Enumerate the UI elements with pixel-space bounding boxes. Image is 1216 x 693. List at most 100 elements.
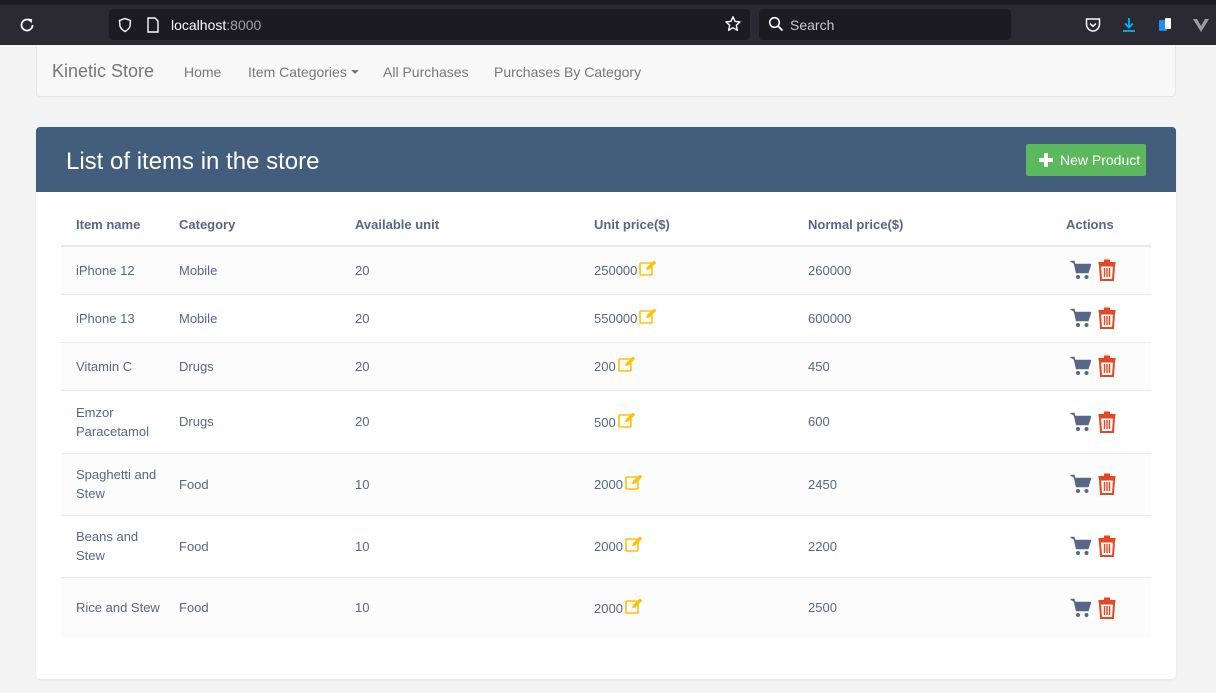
pocket-icon[interactable] [1084,16,1102,34]
table-header-row: Item name Category Available unit Unit p… [61,203,1151,247]
category-cell: Mobile [164,246,340,295]
table-row: Beans and Stew Food 10 2000 2200 [61,515,1151,578]
download-icon[interactable] [1120,16,1138,34]
item-name-cell: Rice and Stew [76,600,160,616]
cart-icon[interactable] [1070,598,1092,618]
actions-cell [1051,453,1151,516]
url-port: :8000 [226,17,262,33]
edit-icon[interactable] [617,412,636,428]
url-text[interactable]: localhost:8000 [171,17,261,33]
col-header-unit-price: Unit price($) [579,203,793,247]
col-header-available-unit: Available unit [340,203,579,247]
normal-price-cell: 2200 [793,515,1051,578]
reload-icon[interactable] [18,16,36,34]
available-unit-cell: 20 [340,246,579,295]
cart-icon[interactable] [1070,412,1092,432]
plus-icon [1039,153,1053,167]
unit-price-value: 250000 [594,263,638,279]
delete-icon[interactable] [1098,597,1116,619]
items-table: Item name Category Available unit Unit p… [61,203,1151,638]
unit-price-cell: 500 [579,390,793,454]
new-product-label: New Product [1060,152,1141,168]
col-header-item-name: Item name [61,203,164,247]
search-bar[interactable]: Search [759,9,1011,40]
edit-icon[interactable] [617,356,636,372]
unit-price-cell: 550000 [579,294,793,343]
edit-icon[interactable] [625,474,643,490]
edit-icon[interactable] [625,598,643,614]
table-row: iPhone 12 Mobile 20 250000 260000 [61,246,1151,295]
new-product-button[interactable]: New Product [1026,144,1146,176]
delete-icon[interactable] [1098,307,1116,329]
table-row: iPhone 13 Mobile 20 550000 600000 [61,294,1151,343]
cart-icon[interactable] [1070,308,1092,328]
item-name-cell: iPhone 12 [61,246,164,295]
url-host: localhost [171,17,227,33]
delete-icon[interactable] [1098,473,1116,495]
delete-icon[interactable] [1098,411,1116,433]
actions-cell [1051,246,1151,295]
col-header-actions: Actions [1051,203,1151,247]
page-content: Kinetic Store Home Item Categories All P… [0,45,1216,693]
navbar-brand[interactable]: Kinetic Store [52,61,154,82]
extension-icon[interactable] [1156,16,1174,34]
unit-price-value: 2000 [594,539,623,554]
unit-price-cell: 2000 [579,577,793,638]
category-cell: Drugs [164,390,340,454]
delete-icon[interactable] [1098,259,1116,282]
page-icon [147,17,159,33]
delete-icon[interactable] [1098,535,1116,557]
caret-down-icon [350,70,359,75]
normal-price-cell: 600 [793,390,1051,454]
item-name-cell: Beans and Stew [61,515,164,578]
search-placeholder: Search [790,17,835,33]
nav-item-categories-label: Item Categories [248,64,347,80]
navbar: Kinetic Store Home Item Categories All P… [36,45,1176,97]
cart-icon[interactable] [1070,260,1092,280]
nav-purchases-by-category[interactable]: Purchases By Category [494,64,641,80]
available-unit-cell: 20 [340,342,579,391]
bookmark-star-icon[interactable] [724,15,742,33]
table-row: Rice and Stew Food 10 2000 2500 [61,577,1151,638]
browser-toolbar: localhost:8000 Search [0,0,1216,45]
normal-price-cell: 600000 [793,294,1051,343]
panel-header: List of items in the store New Product [36,127,1176,192]
actions-cell [1051,294,1151,343]
nav-item-categories[interactable]: Item Categories [248,64,359,80]
actions-cell [1051,390,1151,454]
unit-price-value: 2000 [594,600,623,616]
normal-price-cell: 2450 [793,453,1051,516]
edit-icon[interactable] [625,536,643,552]
edit-icon[interactable] [639,260,657,277]
cart-icon[interactable] [1070,356,1092,376]
category-cell: Food [179,600,209,616]
vue-devtools-icon[interactable] [1192,16,1210,34]
nav-all-purchases[interactable]: All Purchases [383,64,469,80]
page-title: List of items in the store [66,148,320,175]
category-cell: Mobile [164,294,340,343]
items-panel: List of items in the store New Product I… [36,127,1176,679]
item-name-cell: Spaghetti and Stew [61,453,164,516]
available-unit-cell: 10 [340,515,579,578]
unit-price-value: 2000 [594,477,623,492]
available-unit-cell: 20 [340,294,579,343]
unit-price-value: 550000 [594,311,638,326]
table-row: Emzor Paracetamol Drugs 20 500 600 [61,390,1151,454]
unit-price-value: 200 [594,359,616,374]
actions-cell [1051,577,1151,638]
edit-icon[interactable] [639,308,657,324]
available-unit-cell: 20 [340,390,579,454]
cart-icon[interactable] [1070,474,1092,494]
category-cell: Drugs [164,342,340,391]
address-bar[interactable]: localhost:8000 [109,9,750,40]
unit-price-cell: 2000 [579,515,793,578]
col-header-category: Category [164,203,340,247]
shield-icon[interactable] [117,17,133,33]
unit-price-cell: 250000 [579,246,793,295]
cart-icon[interactable] [1070,536,1092,556]
unit-price-value: 500 [594,414,616,430]
delete-icon[interactable] [1098,355,1116,377]
item-name-cell: Vitamin C [61,342,164,391]
nav-home[interactable]: Home [184,64,221,80]
item-name-cell: iPhone 13 [61,294,164,343]
